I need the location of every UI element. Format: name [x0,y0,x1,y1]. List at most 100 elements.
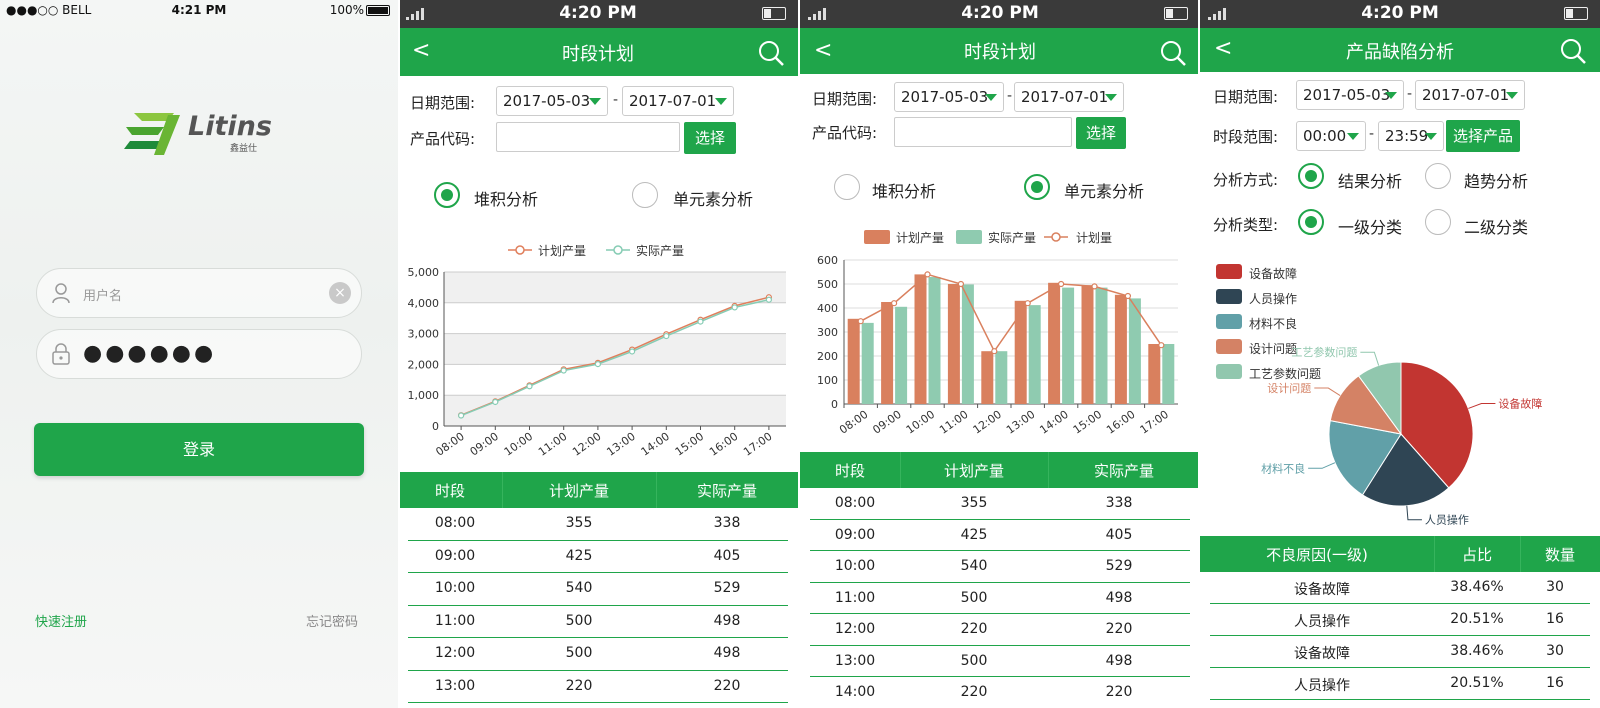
col-defect-cause: 不良原因(一级) [1266,546,1368,564]
litins-logo: Litins 鑫益仕 [120,105,280,165]
data-point [1024,300,1031,307]
date-range-label: 日期范围: [410,94,476,112]
x-tick-label: 12:00 [570,430,603,459]
table-cell: 38.46% [1450,579,1504,595]
x-tick-label: 17:00 [1138,408,1171,437]
col-plan: 计划产量 [943,462,1004,480]
radio-trend-analysis[interactable] [1425,163,1451,189]
date-to-select[interactable]: 2017-07-01 [622,86,734,116]
page-title: 时段计划 [562,44,634,65]
select-product-button[interactable]: 选择产品 [1446,120,1520,152]
bar-plan [1081,285,1094,404]
table-cell: 13:00 [434,677,476,694]
line-chart: 计划产量 实际产量 0 1,000 2,000 3,000 4,000 5,000 08:00 0… [408,243,786,459]
date-from-select[interactable]: 2017-05-03 [1296,80,1404,110]
search-icon[interactable] [1158,38,1188,68]
table-row: 人员操作 20.51% 16 [1210,604,1590,636]
bar-plan [981,351,994,404]
date-to-value: 2017-07-01 [1021,88,1109,106]
username-field[interactable]: 用户名 × [36,268,362,318]
y-tick-label: 3,000 [408,328,440,341]
table-cell: 540 [960,558,988,574]
radio-unit-analysis[interactable] [1024,174,1050,200]
password-field[interactable]: ●●●●●● [36,329,362,379]
slice-label: 设备故障 [1498,397,1542,411]
data-point [1091,283,1098,290]
y-tick-label: 500 [817,278,838,291]
legend-label: 计划量 [1076,231,1112,245]
date-from-select[interactable]: 2017-05-03 [496,86,608,116]
legend-swatch [1216,264,1242,279]
x-tick-label: 08:00 [433,430,466,459]
bar-actual [1062,287,1075,404]
search-icon[interactable] [756,38,786,68]
bar-plan [947,284,960,404]
radio-unit-label: 单元素分析 [673,190,754,209]
forgot-password-link[interactable]: 忘记密码 [306,611,358,630]
data-point [629,348,636,355]
x-tick-label: 12:00 [971,408,1004,437]
legend-swatch [1216,289,1242,304]
table-row: 12:00 500 498 [408,638,788,671]
data-point [526,383,533,390]
date-separator: - [1407,86,1413,102]
page-title: 时段计划 [964,42,1036,63]
y-tick-label: 200 [817,350,838,363]
bar-plan [847,318,860,404]
period-from-select[interactable]: 00:00 [1296,121,1366,151]
legend-swatch [956,230,982,244]
label-leader [1360,351,1380,366]
bar-actual [1095,287,1108,404]
table-cell: 人员操作 [1294,614,1350,630]
date-from-select[interactable]: 2017-05-03 [894,82,1004,112]
login-screen: ●●●○○ BELL 4:21 PM 100% Litins 鑫益仕 用户名 ×… [0,0,398,708]
legend-label: 计划产量 [896,231,944,245]
select-button[interactable]: 选择 [684,122,736,154]
radio-stack-analysis[interactable] [834,174,860,200]
radio-stack-analysis[interactable] [434,182,460,208]
legend-marker [1051,232,1061,242]
radio-level1[interactable] [1298,209,1324,235]
username-placeholder: 用户名 [83,289,123,304]
data-point [697,318,704,325]
status-bar: 4:20 PM [800,0,1200,28]
bar-plan [914,274,927,404]
table-cell: 13:00 [834,652,876,669]
product-code-input[interactable] [496,122,680,152]
table-cell: 16 [1546,675,1564,691]
login-button[interactable]: 登录 [34,423,364,476]
screen-divider [1198,0,1200,708]
radio-unit-analysis[interactable] [632,182,658,208]
table-cell: 设备故障 [1294,582,1350,598]
data-point [765,296,772,303]
search-icon[interactable] [1558,36,1588,66]
legend-swatch [864,230,890,244]
table-cell: 529 [713,580,741,596]
table-row: 14:00 220 220 [810,677,1190,708]
header-bar: < 时段计划 [398,28,798,76]
radio-level2[interactable] [1425,209,1451,235]
date-separator: - [613,92,619,108]
table-cell: 540 [565,580,593,596]
radio-result-analysis[interactable] [1298,163,1324,189]
product-code-input[interactable] [894,117,1072,147]
table-cell: 498 [1105,652,1133,669]
table-cell: 09:00 [834,526,876,543]
register-link[interactable]: 快速注册 [35,611,87,630]
legend-label: 材料不良 [1249,317,1298,331]
data-point [924,271,931,278]
period-to-select[interactable]: 23:59 [1378,121,1444,151]
clear-icon[interactable]: × [329,282,351,304]
product-code-label: 产品代码: [812,124,878,142]
table-cell: 220 [713,677,741,694]
defect-analysis-screen: 4:20 PM < 产品缺陷分析 日期范围: 2017-05-03 - 2017… [1200,0,1600,708]
select-button[interactable]: 选择 [1076,117,1126,149]
date-to-select[interactable]: 2017-07-01 [1415,80,1525,110]
date-to-select[interactable]: 2017-07-01 [1014,82,1124,112]
x-tick-label: 14:00 [1037,408,1070,437]
x-tick-label: 15:00 [1071,408,1104,437]
table-cell: 20.51% [1450,675,1504,691]
plan-screen-bar: 4:20 PM < 时段计划 日期范围: 2017-05-03 - 2017-0… [800,0,1200,708]
table-cell: 220 [960,621,988,637]
screen-divider [798,0,800,708]
